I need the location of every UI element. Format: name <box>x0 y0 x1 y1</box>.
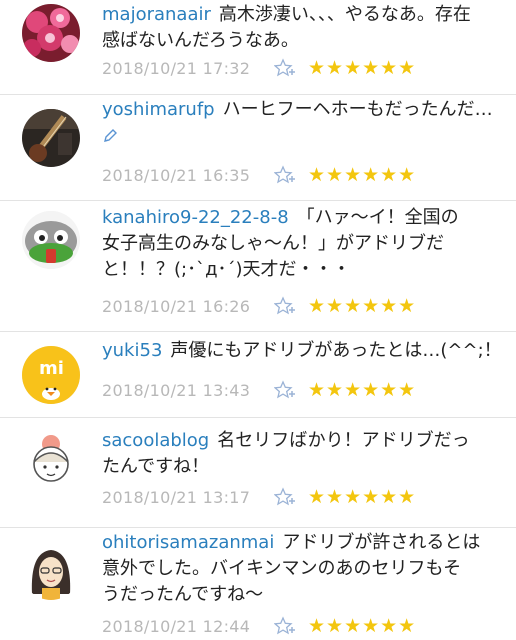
comment-meta: 2018/10/21 13:17 ★★★★★★ <box>102 484 416 510</box>
comment-item: mi yuki53 声優にもアドリブがあったとは…(^^;！ 2018/10/21… <box>0 332 516 418</box>
comment-item: sacoolablog 名セリフばかり！アドリブだっ たんですね！ 2018/10… <box>0 418 516 528</box>
timestamp: 2018/10/21 16:26 <box>102 296 251 316</box>
star-rating: ★★★★★★ <box>308 57 417 79</box>
comment-text: ハーヒフーヘホーもだったんだ… <box>222 99 493 120</box>
woman-illustration-avatar-image <box>22 542 80 600</box>
pencil-icon[interactable] <box>102 128 118 144</box>
add-star-icon[interactable] <box>274 616 298 636</box>
comment-body: yuki53 声優にもアドリブがあったとは…(^^;！ <box>102 338 502 364</box>
star-rating: ★★★★★★ <box>308 295 417 317</box>
comment-text: 女子高生のみなしゃ〜ん！」がアドリブだ <box>102 233 444 254</box>
avatar[interactable]: mi <box>22 346 80 404</box>
mi-duck-avatar-image: mi <box>22 346 80 404</box>
add-star-icon[interactable] <box>274 165 298 185</box>
username-link[interactable]: kanahiro9-22_22-8-8 <box>102 207 289 228</box>
avatar[interactable] <box>22 109 80 167</box>
comment-item: yoshimarufp ハーヒフーヘホーもだったんだ… 2018/10/21 16… <box>0 95 516 201</box>
comment-body: ohitorisamazanmai アドリブが許されるとは 意外でした。バイキンマ… <box>102 530 502 608</box>
star-rating: ★★★★★★ <box>308 164 417 186</box>
comment-item: majoranaair 高木渉凄い、、、やるなあ。存在 感ばないんだろうなあ。 2… <box>0 0 516 95</box>
timestamp: 2018/10/21 17:32 <box>102 58 251 78</box>
timestamp: 2018/10/21 13:43 <box>102 380 251 400</box>
comment-text: うだったんですね〜 <box>102 584 264 605</box>
comment-body: sacoolablog 名セリフばかり！アドリブだっ たんですね！ <box>102 428 502 480</box>
svg-text:mi: mi <box>39 358 64 379</box>
add-star-icon[interactable] <box>274 487 298 507</box>
comment-meta: 2018/10/21 12:44 ★★★★★★ <box>102 613 416 639</box>
star-rating: ★★★★★★ <box>308 486 417 508</box>
comment-meta: 2018/10/21 16:35 ★★★★★★ <box>102 162 416 188</box>
comment-text: アドリブが許されるとは <box>282 532 481 553</box>
comment-text: たんですね！ <box>102 456 210 477</box>
comment-text: 感ばないんだろうなあ。 <box>102 30 299 51</box>
guitar-avatar-image <box>22 109 80 167</box>
comment-item: ohitorisamazanmai アドリブが許されるとは 意外でした。バイキンマ… <box>0 528 516 640</box>
girl-illustration-avatar-image <box>22 430 80 488</box>
comment-meta: 2018/10/21 13:43 ★★★★★★ <box>102 377 416 403</box>
username-link[interactable]: yoshimarufp <box>102 99 215 120</box>
avatar[interactable] <box>22 4 80 62</box>
username-link[interactable]: ohitorisamazanmai <box>102 532 274 553</box>
avatar[interactable] <box>22 430 80 488</box>
comment-text: 「ハァ〜イ！全国の <box>296 207 459 228</box>
add-star-icon[interactable] <box>274 296 298 316</box>
comment-text: 高木渉凄い、、、やるなあ。存在 <box>218 4 471 25</box>
avatar[interactable] <box>22 211 80 269</box>
username-link[interactable]: yuki53 <box>102 340 162 361</box>
comment-text: と！！？(;･`д･´)天才だ・・・ <box>102 259 351 280</box>
timestamp: 2018/10/21 12:44 <box>102 616 251 636</box>
timestamp: 2018/10/21 16:35 <box>102 165 251 185</box>
robot-avatar-image <box>22 211 80 269</box>
avatar[interactable] <box>22 542 80 600</box>
comment-text: 声優にもアドリブがあったとは…(^^;！ <box>170 340 502 361</box>
comment-item: kanahiro9-22_22-8-8 「ハァ〜イ！全国の 女子高生のみなしゃ〜ん… <box>0 201 516 332</box>
comment-body: majoranaair 高木渉凄い、、、やるなあ。存在 感ばないんだろうなあ。 <box>102 2 502 54</box>
flower-avatar-image <box>22 4 80 62</box>
comment-meta: 2018/10/21 17:32 ★★★★★★ <box>102 55 416 81</box>
timestamp: 2018/10/21 13:17 <box>102 487 251 507</box>
comment-text: 意外でした。バイキンマンのあのセリフもそ <box>102 558 462 579</box>
comment-body: kanahiro9-22_22-8-8 「ハァ〜イ！全国の 女子高生のみなしゃ〜ん… <box>102 205 502 283</box>
username-link[interactable]: sacoolablog <box>102 430 209 451</box>
add-star-icon[interactable] <box>274 58 298 78</box>
comment-meta: 2018/10/21 16:26 ★★★★★★ <box>102 293 416 319</box>
comment-list: majoranaair 高木渉凄い、、、やるなあ。存在 感ばないんだろうなあ。 2… <box>0 0 516 640</box>
comment-body: yoshimarufp ハーヒフーヘホーもだったんだ… <box>102 97 502 145</box>
comment-text: 名セリフばかり！アドリブだっ <box>217 430 470 451</box>
star-rating: ★★★★★★ <box>308 379 417 401</box>
add-star-icon[interactable] <box>274 380 298 400</box>
star-rating: ★★★★★★ <box>308 615 417 637</box>
username-link[interactable]: majoranaair <box>102 4 211 25</box>
